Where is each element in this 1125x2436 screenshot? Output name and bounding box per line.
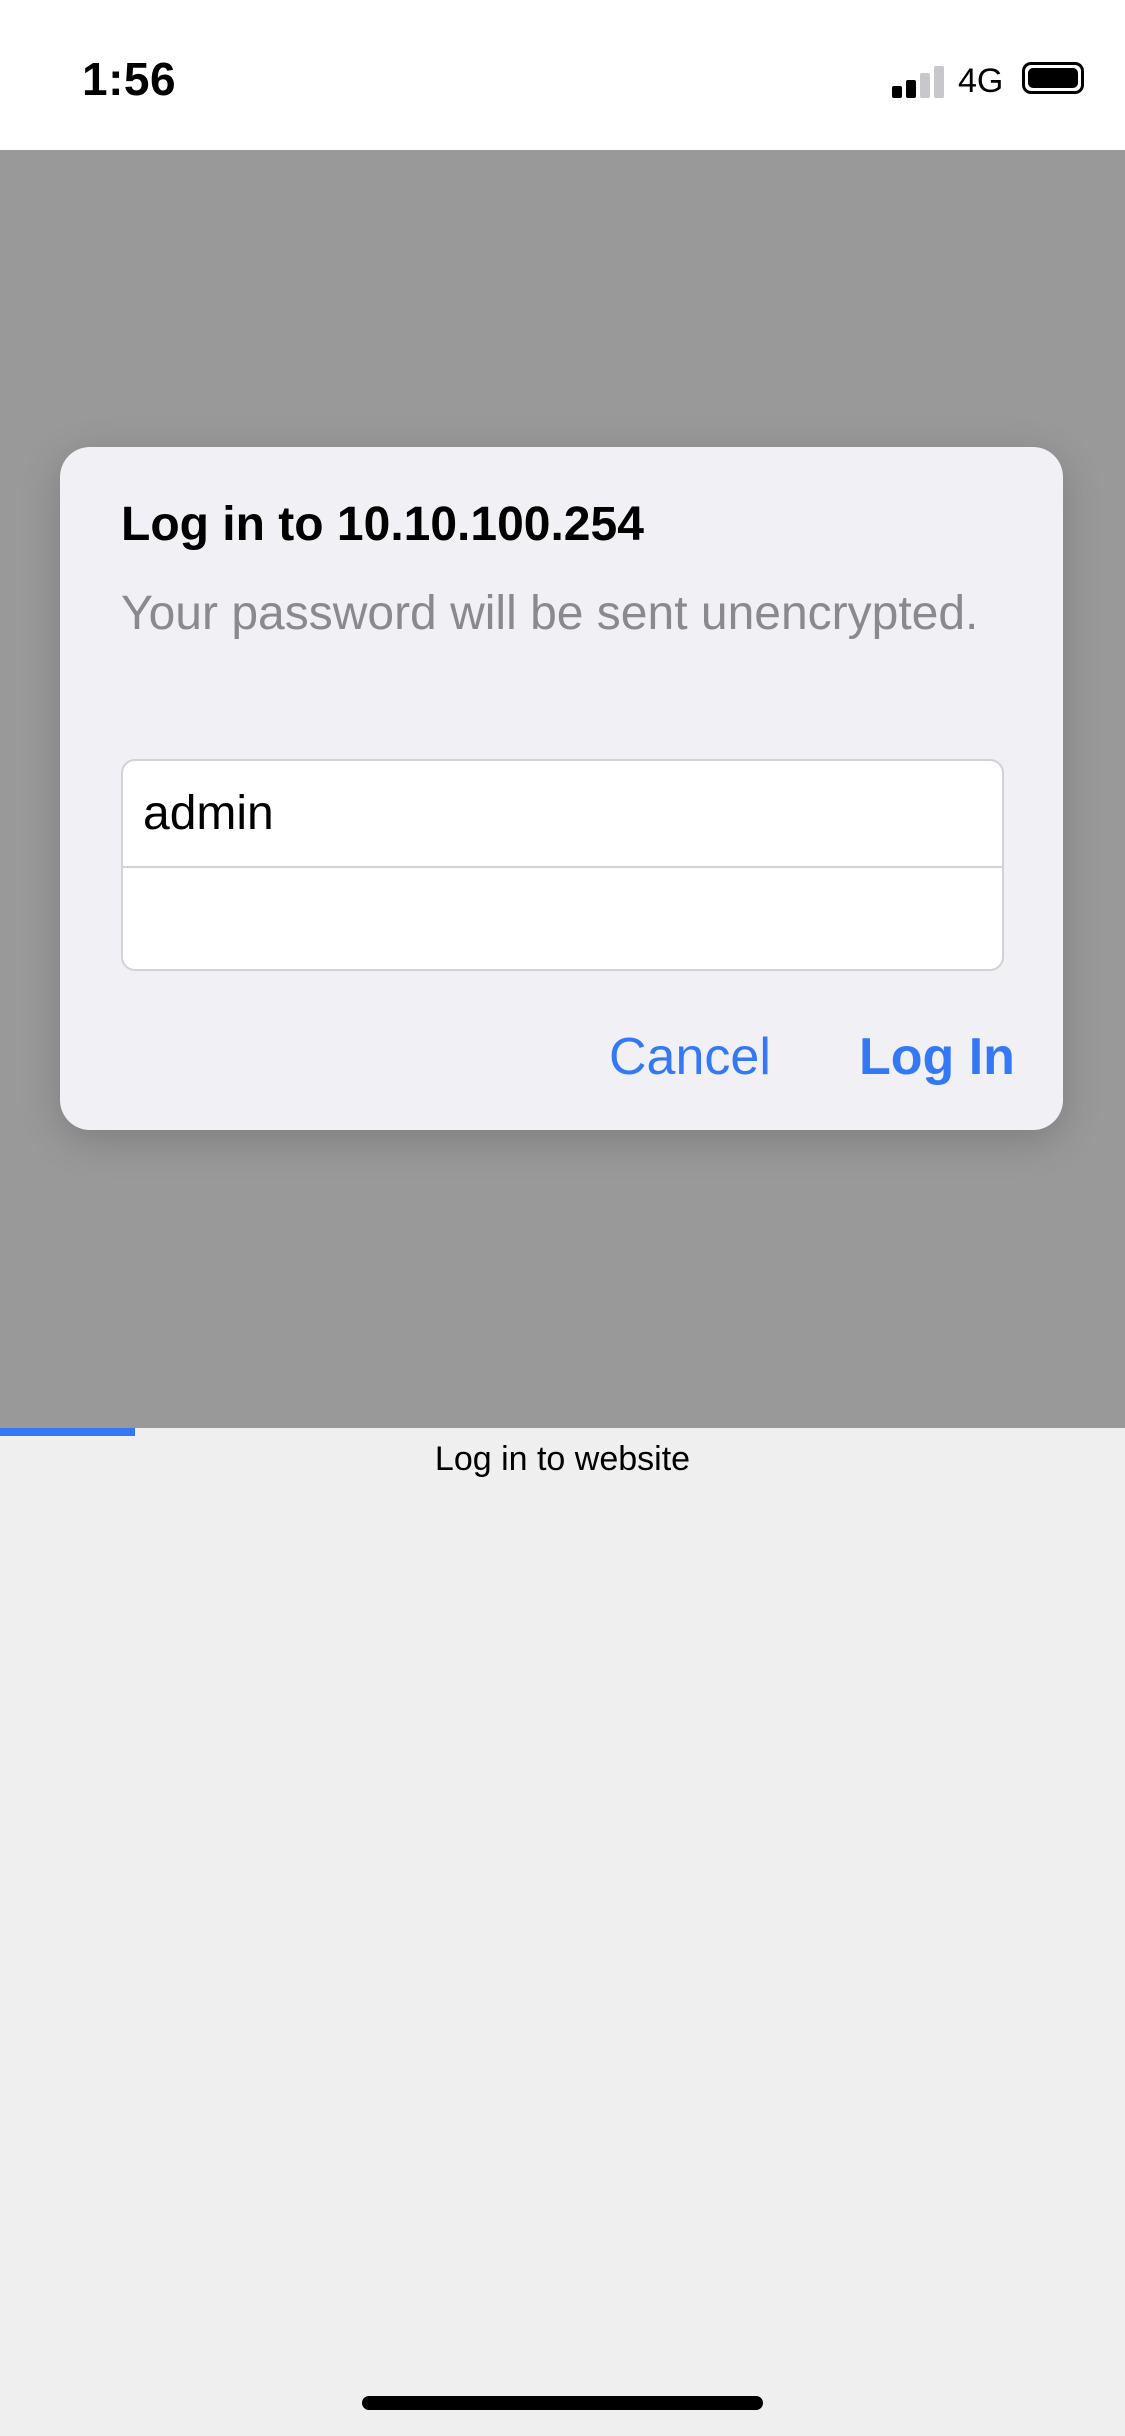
page-load-progress-fill: [0, 1428, 135, 1436]
username-field[interactable]: [123, 761, 1002, 866]
status-time: 1:56: [82, 53, 177, 105]
signal-bar: [934, 66, 944, 98]
dialog-title: Log in to 10.10.100.254: [121, 498, 644, 551]
log-in-button[interactable]: Log In: [859, 1027, 1015, 1087]
signal-bar: [892, 86, 902, 98]
screen: 1:56 4G Log in to 10.10.100.254 Your pas…: [0, 0, 1125, 2436]
page-title: Log in to website: [434, 1440, 691, 1478]
page-load-progress: [0, 1428, 1125, 1436]
login-dialog: Log in to 10.10.100.254 Your password wi…: [60, 447, 1063, 1130]
status-bar: 1:56 4G: [0, 0, 1125, 150]
battery-nub: [1022, 62, 1084, 94]
signal-bar: [920, 73, 930, 98]
credentials-field-group: [121, 759, 1004, 971]
network-type: 4G: [958, 62, 1004, 100]
cancel-button[interactable]: Cancel: [609, 1027, 771, 1087]
cellular-signal-icon: [892, 64, 944, 98]
dialog-message: Your password will be sent unencrypted.: [121, 587, 979, 640]
signal-bar: [906, 80, 916, 98]
home-indicator[interactable]: [362, 2396, 763, 2410]
password-field[interactable]: [123, 868, 1002, 969]
